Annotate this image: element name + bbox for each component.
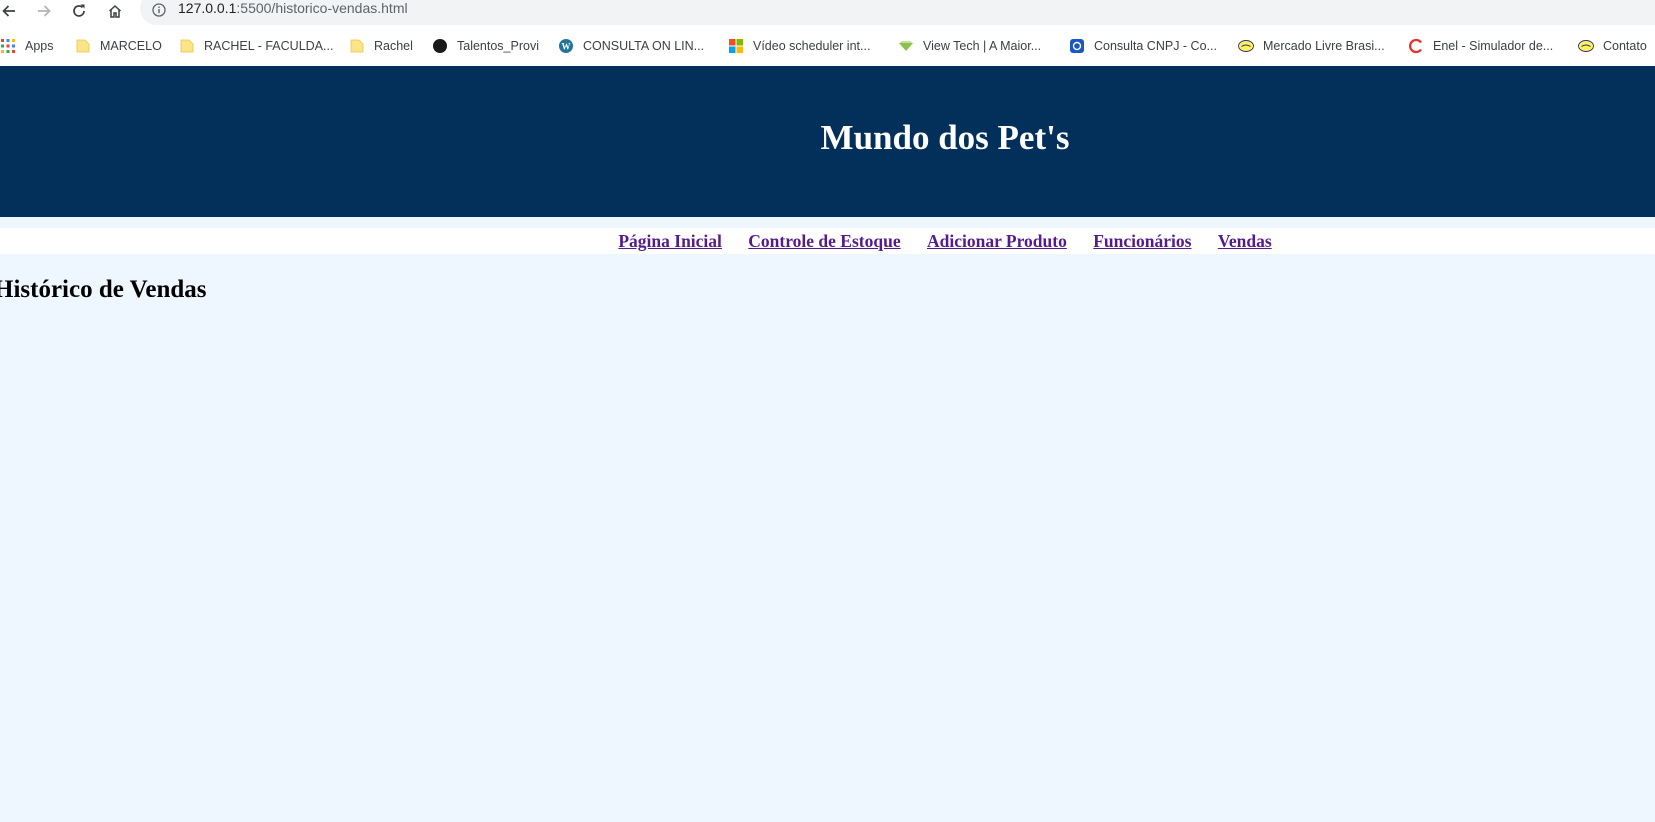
- wordpress-icon: W: [558, 38, 574, 54]
- bookmark-talentos-provi[interactable]: Talentos_Provi: [432, 36, 539, 56]
- bookmark-mercado-livre[interactable]: Mercado Livre Brasi...: [1238, 36, 1385, 56]
- site-title: Mundo dos Pet's: [820, 118, 1070, 157]
- folder-icon: [75, 38, 91, 54]
- page-heading: Histórico de Vendas: [0, 276, 207, 303]
- bookmark-label: CONSULTA ON LIN...: [583, 39, 705, 53]
- bookmark-label: RACHEL - FACULDA...: [204, 39, 334, 53]
- nav-links: Página Inicial Controle de Estoque Adici…: [0, 231, 1655, 252]
- bookmark-label: Mercado Livre Brasi...: [1263, 39, 1385, 53]
- bookmark-rachel-faculdade[interactable]: RACHEL - FACULDA...: [179, 36, 333, 56]
- back-icon[interactable]: [0, 0, 20, 22]
- bookmark-contato[interactable]: Contato: [1578, 36, 1647, 56]
- folder-icon: [179, 38, 195, 54]
- bookmark-rachel[interactable]: Rachel: [349, 36, 413, 56]
- svg-text:W: W: [562, 42, 571, 52]
- forward-icon[interactable]: [33, 0, 55, 22]
- url-path: :5500/historico-vendas.html: [236, 0, 408, 16]
- folder-icon: [349, 38, 365, 54]
- nav-link-funcionarios[interactable]: Funcionários: [1093, 231, 1191, 251]
- enel-icon: [1408, 38, 1424, 54]
- bookmark-label: Contato: [1603, 39, 1647, 53]
- bookmark-label: Enel - Simulador de...: [1433, 39, 1554, 53]
- bookmark-marcelo[interactable]: MARCELO: [75, 36, 162, 56]
- home-icon[interactable]: [104, 0, 126, 22]
- bookmark-enel[interactable]: Enel - Simulador de...: [1408, 36, 1553, 56]
- bookmark-label: View Tech | A Maior...: [923, 39, 1042, 53]
- mercadolivre-icon: [1238, 38, 1254, 54]
- microsoft-icon: [728, 38, 744, 54]
- info-icon[interactable]: [152, 3, 166, 17]
- bookmark-video-scheduler[interactable]: Vídeo scheduler int...: [728, 36, 870, 56]
- bookmark-label: Vídeo scheduler int...: [753, 39, 871, 53]
- viewtech-icon: [898, 38, 914, 54]
- bookmark-apps[interactable]: Apps: [0, 36, 54, 56]
- bookmark-consulta-online[interactable]: W CONSULTA ON LIN...: [558, 36, 704, 56]
- bookmark-label: Apps: [25, 39, 54, 53]
- browser-chrome: 127.0.0.1:5500/historico-vendas.html App…: [0, 0, 1655, 66]
- url-host: 127.0.0.1: [178, 0, 237, 16]
- bookmark-label: Rachel: [374, 39, 413, 53]
- nav-link-adicionar-produto[interactable]: Adicionar Produto: [927, 231, 1067, 251]
- dark-circle-icon: [432, 38, 448, 54]
- browser-toolbar: 127.0.0.1:5500/historico-vendas.html: [0, 0, 1655, 26]
- cnpj-icon: [1069, 38, 1085, 54]
- bookmark-consulta-cnpj[interactable]: Consulta CNPJ - Co...: [1069, 36, 1217, 56]
- bookmarks-bar: Apps MARCELO RACHEL - FACULDA... Rachel: [0, 32, 1655, 60]
- mercadolivre-icon: [1578, 38, 1594, 54]
- nav-link-vendas[interactable]: Vendas: [1218, 231, 1272, 251]
- bookmark-label: MARCELO: [100, 39, 162, 53]
- bookmark-label: Talentos_Provi: [457, 39, 539, 53]
- bookmark-label: Consulta CNPJ - Co...: [1094, 39, 1217, 53]
- site-nav: Página Inicial Controle de Estoque Adici…: [0, 228, 1655, 254]
- nav-link-controle-estoque[interactable]: Controle de Estoque: [748, 231, 900, 251]
- site-header: Mundo dos Pet's: [0, 66, 1655, 217]
- bookmark-view-tech[interactable]: View Tech | A Maior...: [898, 36, 1041, 56]
- address-bar[interactable]: 127.0.0.1:5500/historico-vendas.html: [140, 0, 1655, 25]
- apps-grid-icon: [0, 38, 16, 54]
- url-text[interactable]: 127.0.0.1:5500/historico-vendas.html: [178, 0, 408, 16]
- nav-link-pagina-inicial[interactable]: Página Inicial: [618, 231, 722, 251]
- reload-icon[interactable]: [68, 0, 90, 22]
